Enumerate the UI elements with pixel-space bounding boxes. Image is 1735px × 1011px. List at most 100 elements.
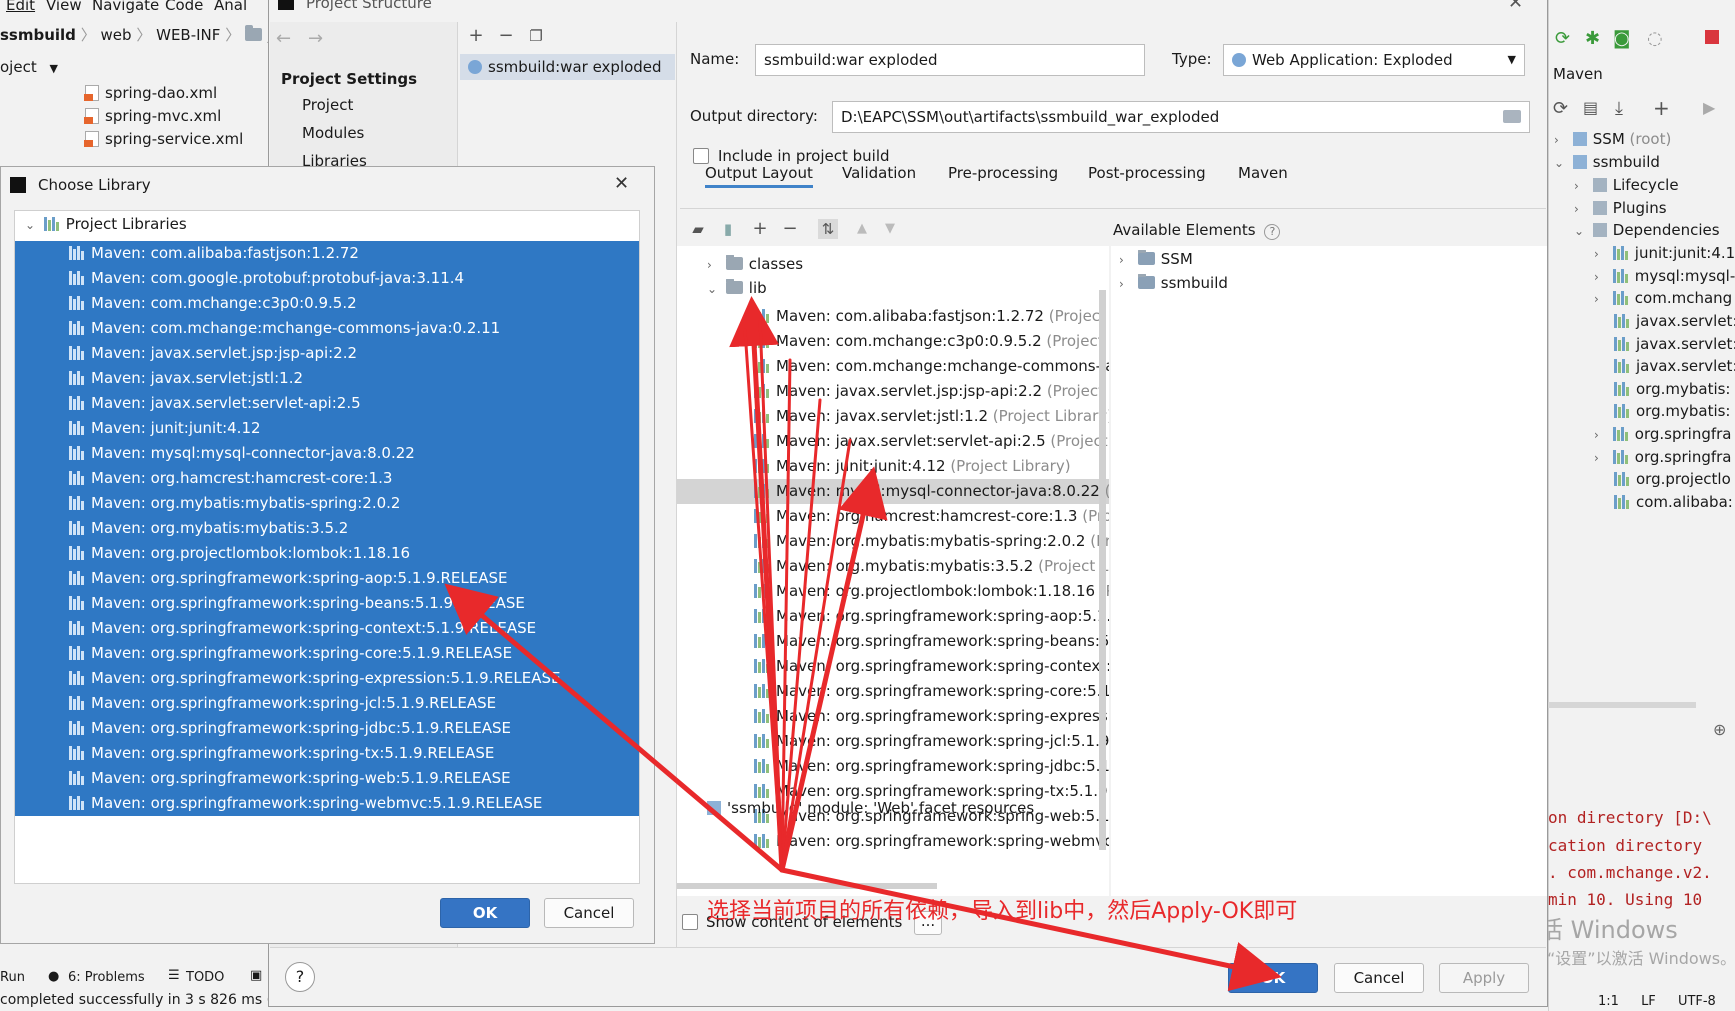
lib-list-item[interactable]: Maven: org.springframework:spring-jdbc:5…	[677, 754, 1109, 779]
forward-arrow-icon[interactable]: →	[308, 28, 323, 49]
cancel-button[interactable]: Cancel	[1334, 963, 1424, 993]
library-list-item[interactable]: Maven: org.springframework:spring-contex…	[15, 616, 639, 641]
sidebar-item-project[interactable]: Project	[302, 96, 353, 114]
library-list-item[interactable]: Maven: org.springframework:spring-beans:…	[15, 591, 639, 616]
move-down-icon[interactable]: ▼	[880, 219, 900, 239]
apply-button[interactable]: Apply	[1439, 963, 1529, 993]
close-icon[interactable]: ✕	[614, 173, 629, 194]
lib-list-item[interactable]: Maven: org.mybatis:mybatis:3.5.2 (Projec…	[677, 554, 1109, 579]
choose-library-ok-button[interactable]: OK	[440, 898, 530, 928]
library-list-item[interactable]: Maven: javax.servlet:jstl:1.2	[15, 366, 639, 391]
lib-list-item[interactable]: Maven: org.springframework:spring-contex…	[677, 654, 1109, 679]
menu-navigate[interactable]: Navigate	[92, 0, 159, 14]
layout-vscrollbar[interactable]	[1099, 290, 1106, 850]
maven-dependency[interactable]: › com.mchang	[1594, 289, 1732, 307]
remove-icon[interactable]: −	[496, 26, 516, 46]
help-icon[interactable]: ?	[1264, 224, 1281, 240]
library-list-item[interactable]: Maven: mysql:mysql-connector-java:8.0.22	[15, 441, 639, 466]
tab-pre-processing[interactable]: Pre-processing	[948, 164, 1058, 188]
add-icon[interactable]: +	[1653, 96, 1670, 120]
tree-folder-lib[interactable]: ⌄ lib	[707, 279, 767, 297]
archive-icon[interactable]: ▮	[718, 219, 738, 239]
maven-dependency[interactable]: › mysql:mysql-	[1594, 267, 1735, 285]
cursor-position[interactable]: 1:1	[1598, 994, 1619, 1009]
breadcrumb-item[interactable]: ssmbuild	[0, 26, 76, 44]
include-checkbox[interactable]	[693, 148, 709, 164]
breadcrumb-item[interactable]: web	[101, 26, 132, 44]
project-tree-file[interactable]: spring-dao.xml	[84, 84, 217, 102]
lib-list-item[interactable]: Maven: org.springframework:spring-core:5…	[677, 679, 1109, 704]
sidebar-item-modules[interactable]: Modules	[302, 124, 364, 142]
debug-icon[interactable]: ✱	[1585, 28, 1600, 49]
tool-tab-run[interactable]: Run	[0, 970, 25, 985]
library-list-item[interactable]: Maven: org.springframework:spring-jdbc:5…	[15, 716, 639, 741]
maven-dependency[interactable]: org.mybatis:	[1614, 402, 1731, 420]
menu-view[interactable]: View	[46, 0, 82, 14]
tab-validation[interactable]: Validation	[842, 164, 916, 188]
folder-browse-icon[interactable]	[1503, 110, 1521, 123]
maven-node[interactable]: › Plugins	[1574, 199, 1667, 217]
library-list-item[interactable]: Maven: org.mybatis:mybatis-spring:2.0.2	[15, 491, 639, 516]
library-list-item[interactable]: Maven: javax.servlet.jsp:jsp-api:2.2	[15, 341, 639, 366]
lib-list-item[interactable]: Maven: org.springframework:spring-webmvc…	[677, 829, 1109, 854]
download-icon[interactable]: ⤓	[1615, 98, 1623, 119]
library-list-item[interactable]: Maven: com.mchange:mchange-commons-java:…	[15, 316, 639, 341]
library-list-item[interactable]: Maven: javax.servlet:servlet-api:2.5	[15, 391, 639, 416]
lib-list-item[interactable]: Maven: org.mybatis:mybatis-spring:2.0.2 …	[677, 529, 1109, 554]
breadcrumb-item[interactable]: WEB-INF	[156, 26, 220, 44]
lib-list-item[interactable]: Maven: javax.servlet.jsp:jsp-api:2.2 (Pr…	[677, 379, 1109, 404]
lib-list-item[interactable]: Maven: junit:junit:4.12 (Project Library…	[677, 454, 1109, 479]
maven-dependency[interactable]: javax.servlet:	[1614, 335, 1735, 353]
tab-post-processing[interactable]: Post-processing	[1088, 164, 1206, 188]
available-node-ssmbuild[interactable]: › ssmbuild	[1119, 274, 1228, 292]
library-list-item[interactable]: Maven: org.springframework:spring-webmvc…	[15, 791, 639, 816]
show-content-checkbox[interactable]	[682, 914, 698, 930]
tree-folder-classes[interactable]: › classes	[707, 255, 803, 273]
maven-hscrollbar[interactable]	[1548, 702, 1696, 708]
maven-dependency[interactable]: org.mybatis:	[1614, 380, 1731, 398]
remove-icon[interactable]: −	[780, 219, 800, 239]
maven-node[interactable]: ⌄ ssmbuild	[1554, 153, 1660, 171]
add-copy-of-icon[interactable]: +	[750, 219, 770, 239]
tab-output-layout[interactable]: Output Layout	[705, 164, 813, 188]
library-list-item[interactable]: Maven: org.springframework:spring-web:5.…	[15, 766, 639, 791]
maven-node[interactable]: › Lifecycle	[1574, 176, 1679, 194]
layout-hscrollbar[interactable]	[677, 883, 937, 889]
maven-dependency[interactable]: › org.springfra	[1594, 425, 1732, 443]
lib-list-item[interactable]: Maven: com.mchange:mchange-commons-java	[677, 354, 1109, 379]
file-encoding[interactable]: UTF-8	[1678, 994, 1716, 1009]
lib-list-item[interactable]: Maven: org.springframework:spring-aop:5.…	[677, 604, 1109, 629]
close-icon[interactable]: ✕	[1508, 0, 1523, 13]
menu-code[interactable]: Code	[165, 0, 203, 14]
library-list-item[interactable]: Maven: com.google.protobuf:protobuf-java…	[15, 266, 639, 291]
ok-button[interactable]: OK	[1228, 963, 1318, 993]
maven-dependency[interactable]: com.alibaba:	[1614, 493, 1733, 511]
project-tree-file[interactable]: spring-mvc.xml	[84, 107, 221, 125]
library-list-item[interactable]: Maven: com.mchange:c3p0:0.9.5.2	[15, 291, 639, 316]
maven-dependency[interactable]: › junit:junit:4.1	[1594, 244, 1735, 262]
lib-list-item[interactable]: Maven: org.springframework:spring-beans:…	[677, 629, 1109, 654]
lib-list-item[interactable]: Maven: javax.servlet:servlet-api:2.5 (Pr…	[677, 429, 1109, 454]
type-select[interactable]: Web Application: Exploded ▼	[1223, 44, 1525, 76]
lib-list-item[interactable]: Maven: com.mchange:c3p0:0.9.5.2 (Project…	[677, 329, 1109, 354]
library-list-item[interactable]: Maven: org.springframework:spring-jcl:5.…	[15, 691, 639, 716]
project-view-selector[interactable]: oject ▼	[0, 58, 58, 76]
name-input[interactable]: ssmbuild:war exploded	[755, 44, 1145, 76]
maven-dependency[interactable]: javax.servlet:	[1614, 312, 1735, 330]
lib-list-item[interactable]: Maven: org.springframework:spring-expres…	[677, 704, 1109, 729]
new-folder-icon[interactable]: ▰	[688, 219, 708, 239]
project-tree-file[interactable]: spring-service.xml	[84, 130, 243, 148]
library-list-item[interactable]: Maven: org.mybatis:mybatis:3.5.2	[15, 516, 639, 541]
generate-sources-icon[interactable]: ▤	[1583, 98, 1598, 117]
library-list-item[interactable]: Maven: org.projectlombok:lombok:1.18.16	[15, 541, 639, 566]
move-up-icon[interactable]: ▲	[852, 219, 872, 239]
copy-icon[interactable]: ❐	[526, 26, 546, 46]
library-list-item[interactable]: Maven: org.springframework:spring-expres…	[15, 666, 639, 691]
add-icon[interactable]: +	[466, 26, 486, 46]
library-list-item[interactable]: Maven: com.alibaba:fastjson:1.2.72	[15, 241, 639, 266]
lib-list-item[interactable]: Maven: org.springframework:spring-jcl:5.…	[677, 729, 1109, 754]
library-list-item[interactable]: Maven: org.springframework:spring-core:5…	[15, 641, 639, 666]
available-node-ssm[interactable]: › SSM	[1119, 250, 1193, 268]
settings-icon[interactable]: ⊕	[1713, 720, 1726, 739]
lib-list-item[interactable]: Maven: com.alibaba:fastjson:1.2.72 (Proj…	[677, 304, 1109, 329]
